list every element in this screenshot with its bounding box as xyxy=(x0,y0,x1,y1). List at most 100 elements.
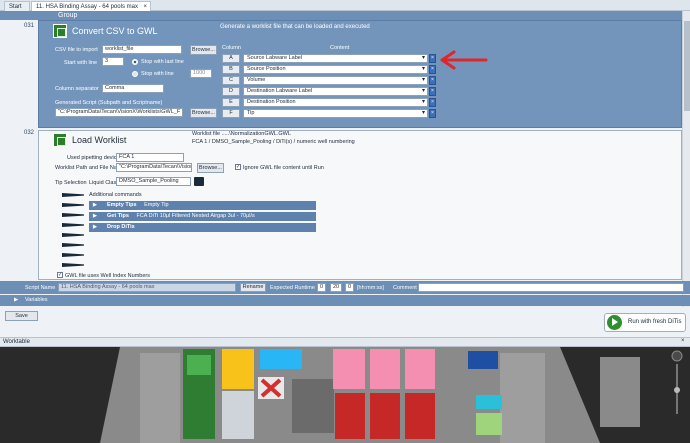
column-content-select[interactable]: Volume xyxy=(243,76,428,85)
liquid-class-label: Liquid Class xyxy=(89,180,119,186)
generated-script-input[interactable]: "C:\ProgramData\Tecan\VisionX\Worklists\… xyxy=(55,108,183,117)
generated-script-label: Generated Script (Subpath and Scriptname… xyxy=(55,100,163,106)
command-drop-ditis[interactable]: ▶ Drop DiTis xyxy=(89,223,316,232)
content-header: Content xyxy=(330,45,350,51)
command-name: Drop DiTis xyxy=(107,224,135,230)
csv-file-input[interactable]: worklist_file xyxy=(102,45,182,54)
tab-bar: Start 11. HSA Binding Assay - 64 pools m… xyxy=(0,0,690,11)
runtime-hours-input[interactable]: 0 xyxy=(317,283,326,292)
labware-pink-plates[interactable] xyxy=(333,349,435,389)
start-line-label: Start with line xyxy=(64,60,98,66)
runtime-seconds-input[interactable]: 0 xyxy=(345,283,354,292)
expand-arrow-icon[interactable]: ▶ xyxy=(93,212,97,221)
csv-file-label: CSV file to import xyxy=(55,47,98,53)
separator-label: Column separator xyxy=(55,86,99,92)
remove-column-icon[interactable]: × xyxy=(429,98,436,107)
remove-column-icon[interactable]: × xyxy=(429,65,436,74)
remove-column-icon[interactable]: × xyxy=(429,76,436,85)
column-content-select[interactable]: Destination Position xyxy=(243,98,428,107)
line-number: 032 xyxy=(24,130,35,136)
load-worklist-icon xyxy=(53,133,67,147)
runtime-label: Expected Runtime xyxy=(270,285,315,291)
vertical-scrollbar[interactable] xyxy=(682,11,690,309)
action-area xyxy=(0,307,690,337)
column-content-select[interactable]: Source Position xyxy=(243,65,428,74)
tab-assay-script[interactable]: 11. HSA Binding Assay - 64 pools max × xyxy=(31,1,151,11)
separator-select[interactable]: Comma xyxy=(102,84,164,93)
runtime-format-label: [hh:mm:ss] xyxy=(357,285,384,291)
ignore-content-checkbox[interactable]: ✓ xyxy=(235,164,241,170)
stop-with-line-radio[interactable] xyxy=(132,71,138,77)
command-name: Get Tips xyxy=(107,213,129,219)
liquid-class-editor-icon[interactable] xyxy=(194,177,204,186)
device-label: Used pipetting device xyxy=(67,155,120,161)
column-header: Column xyxy=(222,45,241,51)
red-arrow-icon xyxy=(440,50,488,70)
group-label: Group xyxy=(58,12,78,19)
comment-input[interactable] xyxy=(418,283,684,292)
additional-commands-label: Additional commands xyxy=(89,192,142,198)
worktable-title: Worktable xyxy=(3,339,30,345)
start-line-input[interactable]: 3 xyxy=(102,57,124,66)
play-icon[interactable] xyxy=(607,315,622,330)
command-detail: Empty Tip xyxy=(144,202,169,208)
convert-csv-description: Generate a worklist file that can be loa… xyxy=(220,24,370,30)
command-get-tips[interactable]: ▶ Get Tips FCA DiTi 10μl Filtered Nested… xyxy=(89,212,316,221)
variables-label: Variables xyxy=(25,297,48,303)
labware-cyan-trough[interactable] xyxy=(260,349,302,369)
remove-column-icon[interactable]: × xyxy=(429,87,436,96)
remove-column-icon[interactable]: × xyxy=(429,109,436,118)
worklist-path-label: Worklist Path and File Name xyxy=(55,165,125,171)
well-index-checkbox[interactable]: ✓ xyxy=(57,272,63,278)
labware-yellow-tips[interactable] xyxy=(222,349,254,439)
expand-arrow-icon[interactable]: ▶ xyxy=(93,223,97,232)
stop-with-line-label: Stop with line xyxy=(141,71,174,77)
command-name: Empty Tips xyxy=(107,202,137,208)
group-header[interactable] xyxy=(0,11,682,20)
worktable-3d-view[interactable] xyxy=(0,347,690,443)
csv-browse-button[interactable]: Browse... xyxy=(190,45,217,55)
load-worklist-title: Load Worklist xyxy=(72,135,127,145)
column-letter: B xyxy=(222,65,240,74)
stop-last-line-label: Stop with last line xyxy=(141,59,184,65)
column-content-select[interactable]: Destination Labware Label xyxy=(243,87,428,96)
stop-line-input[interactable]: 1000 xyxy=(190,69,212,78)
liquid-class-select[interactable]: DMSO_Sample_Pooling xyxy=(116,177,191,186)
script-name-label: Script Name xyxy=(25,285,56,291)
column-content-select[interactable]: Source Labware Label xyxy=(243,54,428,63)
command-detail: FCA DiTi 10μl Filtered Nested Airgap 3ul… xyxy=(136,213,255,219)
close-icon[interactable]: × xyxy=(681,338,685,344)
variables-bar[interactable] xyxy=(0,295,690,306)
comment-label: Comment xyxy=(393,285,417,291)
zoom-controls[interactable] xyxy=(669,350,685,420)
remove-column-icon[interactable]: × xyxy=(429,54,436,63)
stop-last-line-radio[interactable] xyxy=(132,59,138,65)
labware-green-tips[interactable] xyxy=(183,349,215,439)
command-empty-tips[interactable]: ▶ Empty Tips Empty Tip xyxy=(89,201,316,210)
well-index-label: GWL file uses Well Index Numbers xyxy=(65,273,150,279)
rename-button[interactable]: Rename xyxy=(240,283,266,292)
column-content-select[interactable]: Tip xyxy=(243,109,428,118)
labware-red-cross[interactable] xyxy=(258,377,284,399)
expand-arrow-icon[interactable]: ▶ xyxy=(14,297,18,303)
save-button[interactable]: Save xyxy=(5,311,38,321)
labware-red-plates[interactable] xyxy=(335,393,435,439)
column-letter: E xyxy=(222,98,240,107)
generated-browse-button[interactable]: Browse... xyxy=(190,108,217,118)
ignore-content-label: Ignore GWL file content until Run xyxy=(243,165,324,171)
column-letter: A xyxy=(222,54,240,63)
device-select[interactable]: FCA 1 xyxy=(116,153,184,162)
script-name-input[interactable]: 11. HSA Binding Assay - 64 pools max xyxy=(58,283,236,292)
convert-csv-title: Convert CSV to GWL xyxy=(72,26,158,36)
expand-arrow-icon[interactable]: ▶ xyxy=(93,201,97,210)
column-letter: F xyxy=(222,109,240,118)
tab-start[interactable]: Start xyxy=(4,1,30,11)
scrollbar-thumb[interactable] xyxy=(684,21,690,111)
convert-csv-icon xyxy=(53,24,67,38)
tip-selection-list[interactable] xyxy=(58,185,88,275)
column-letter: D xyxy=(222,87,240,96)
worklist-path-input[interactable]: "C:\ProgramData\Tecan\VisionX\W xyxy=(116,163,192,172)
runtime-minutes-input[interactable]: 20 xyxy=(330,283,342,292)
labware-centre-plate[interactable] xyxy=(292,379,334,433)
worklist-browse-button[interactable]: Browse... xyxy=(197,163,224,173)
